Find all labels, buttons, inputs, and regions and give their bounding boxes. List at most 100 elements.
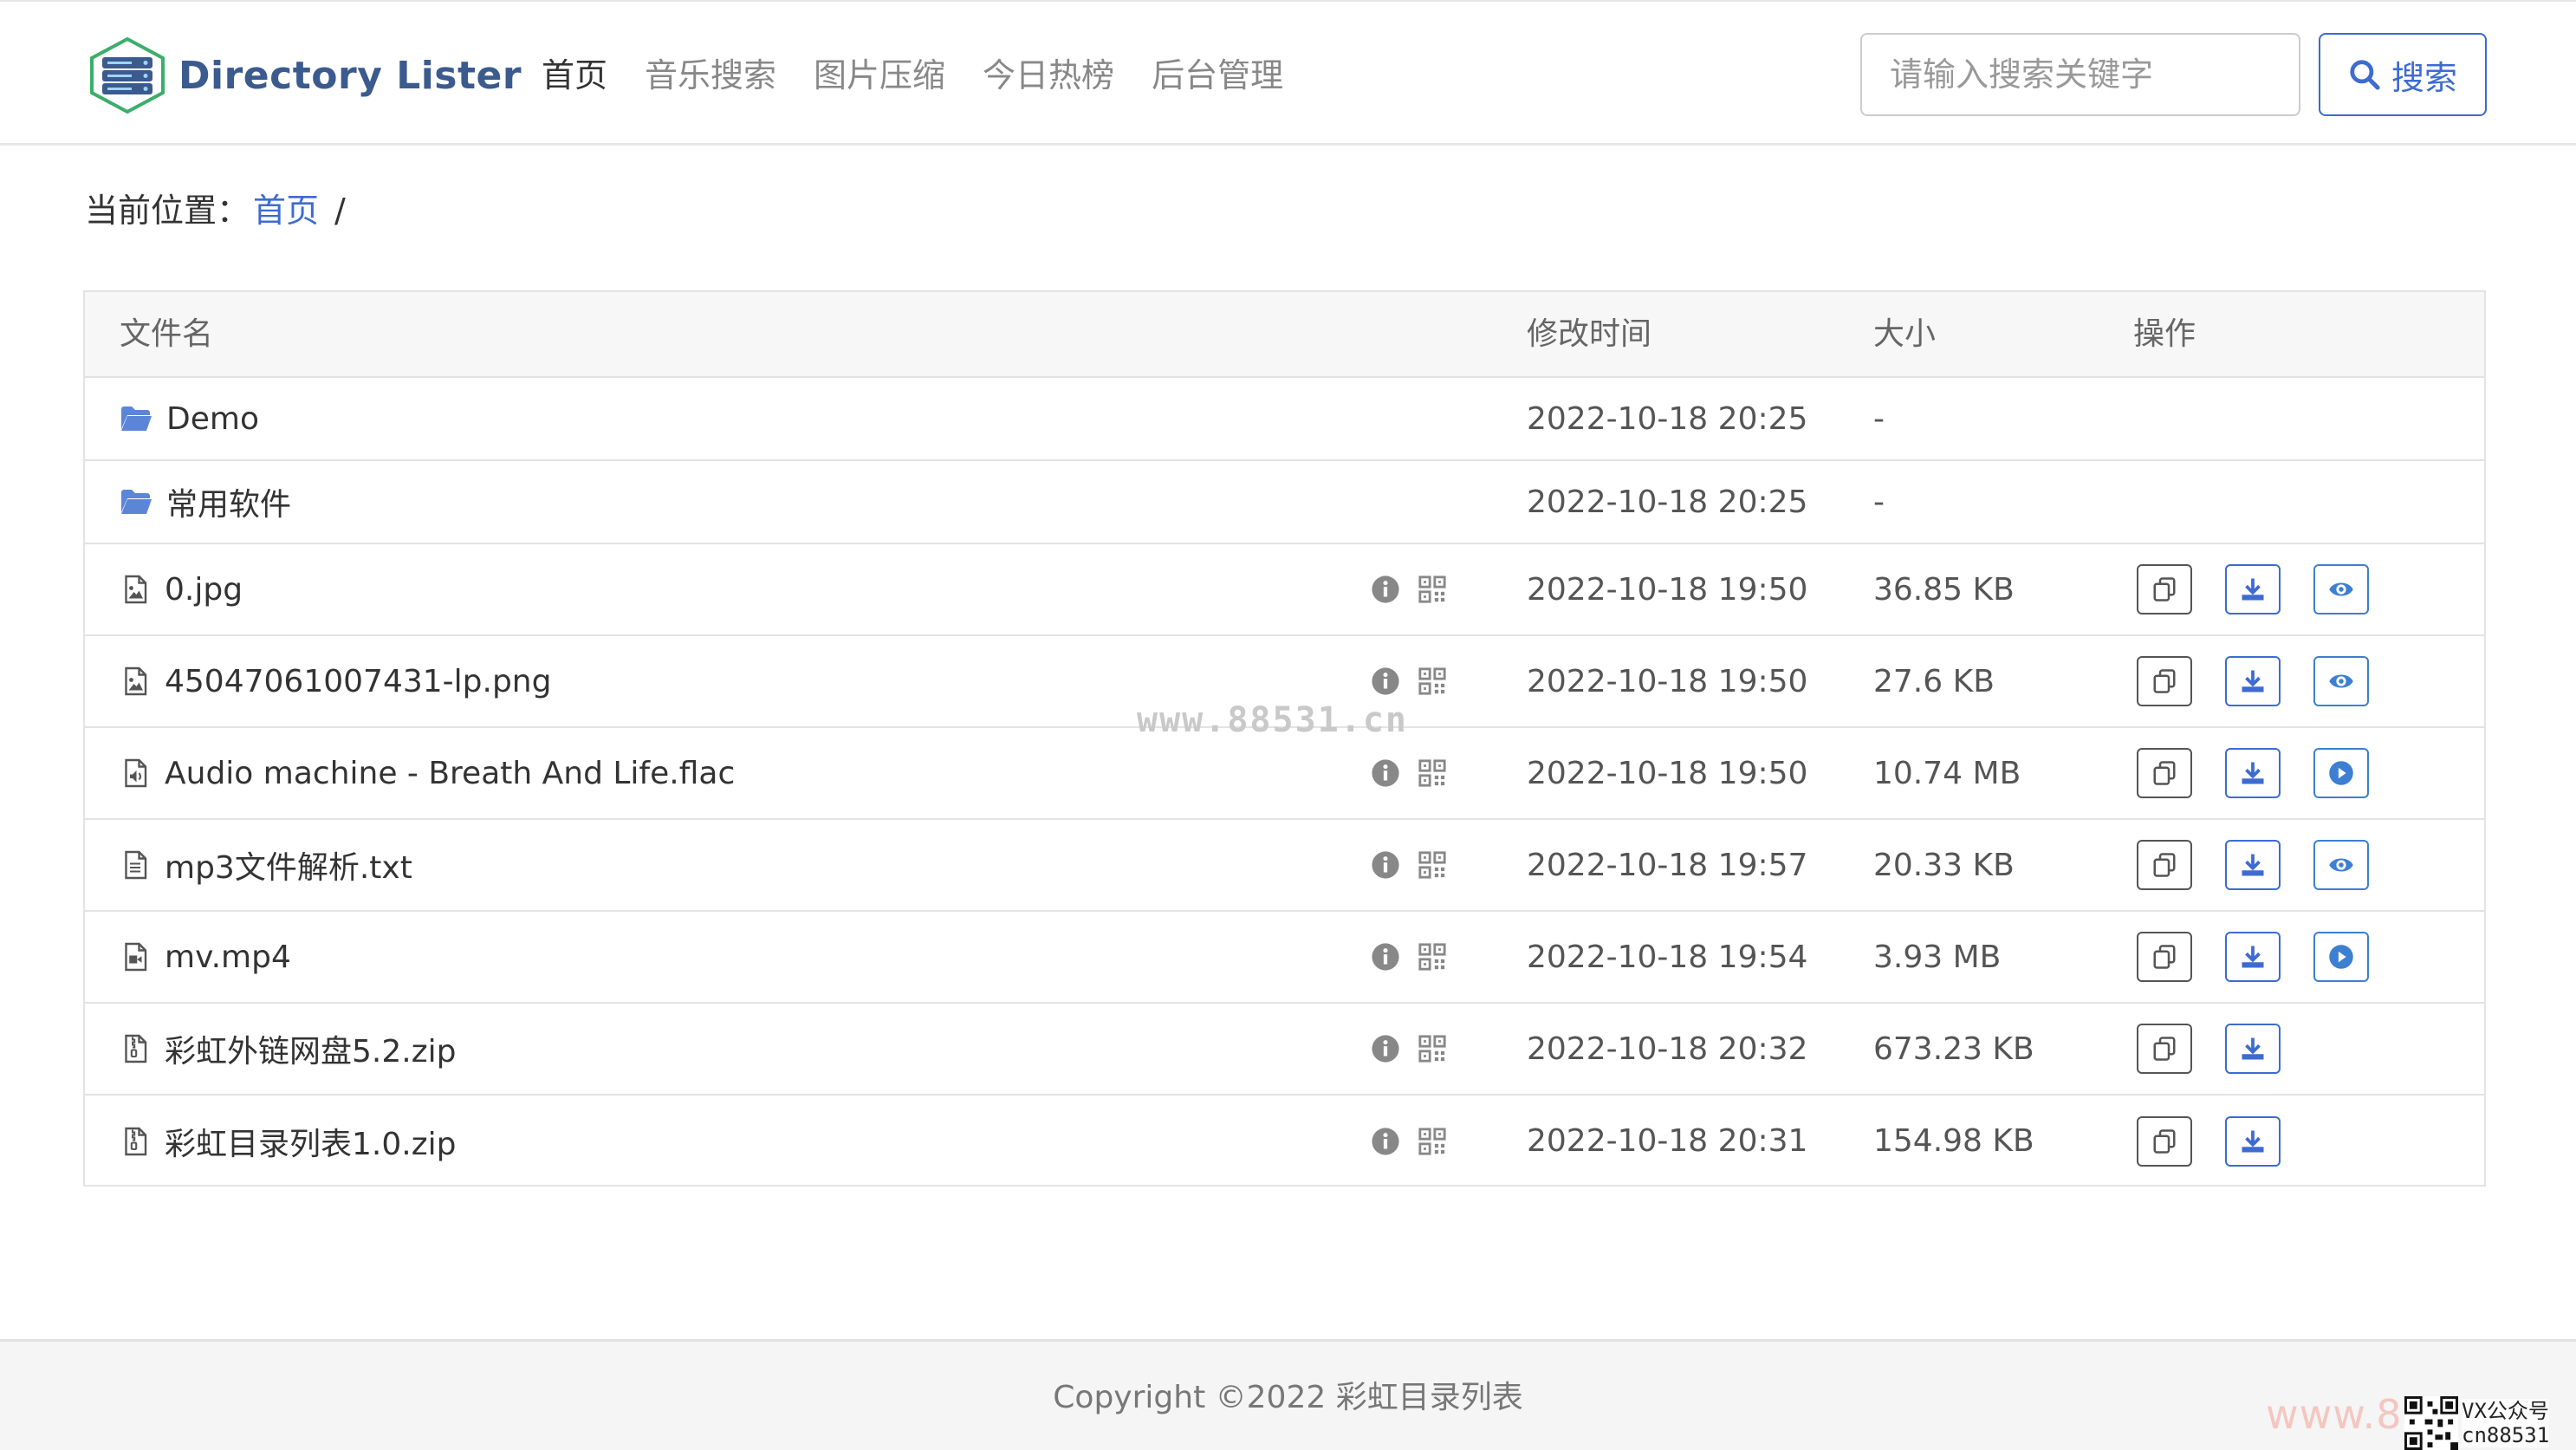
server-logo-icon bbox=[90, 36, 165, 114]
file-name[interactable]: Audio machine - Breath And Life.flac bbox=[165, 756, 735, 791]
preview-button[interactable] bbox=[2313, 656, 2369, 706]
download-button[interactable] bbox=[2225, 840, 2281, 890]
play-circle-icon bbox=[2329, 945, 2353, 969]
table-row[interactable]: 0.jpg 2022-10-18 19:50 36.85 KB bbox=[85, 544, 2484, 636]
file-name-cell[interactable]: Demo bbox=[120, 378, 259, 459]
file-name-cell[interactable]: mp3文件解析.txt bbox=[120, 820, 412, 910]
copy-link-button[interactable] bbox=[2137, 748, 2192, 798]
file-size: 673.23 KB bbox=[1873, 1031, 2034, 1067]
file-size: 154.98 KB bbox=[1873, 1123, 2034, 1159]
modified-time: 2022-10-18 19:50 bbox=[1527, 755, 1808, 791]
column-header-time[interactable]: 修改时间 bbox=[1527, 292, 1651, 376]
nav-item-home[interactable]: 首页 bbox=[542, 49, 607, 101]
modified-time: 2022-10-18 19:50 bbox=[1527, 571, 1808, 608]
info-icon[interactable] bbox=[1371, 850, 1400, 880]
qrcode-icon[interactable] bbox=[1418, 850, 1447, 880]
search-input[interactable] bbox=[1860, 33, 2300, 116]
qrcode-icon[interactable] bbox=[1418, 1034, 1447, 1063]
corner-watermark: www.8 bbox=[2266, 1391, 2403, 1438]
file-size: 3.93 MB bbox=[1873, 939, 2002, 975]
download-button[interactable] bbox=[2225, 656, 2281, 706]
nav-item-image-compress[interactable]: 图片压缩 bbox=[814, 49, 945, 101]
table-row[interactable]: 常用软件 2022-10-18 20:25 - bbox=[85, 461, 2484, 544]
file-name[interactable]: 彩虹外链网盘5.2.zip bbox=[165, 1026, 456, 1071]
copy-icon bbox=[2153, 1037, 2176, 1061]
nav-menu: 首页 音乐搜索 图片压缩 今日热榜 后台管理 bbox=[542, 49, 1320, 101]
breadcrumb-prefix: 当前位置： bbox=[85, 192, 250, 230]
file-name[interactable]: 彩虹目录列表1.0.zip bbox=[165, 1119, 456, 1164]
footer-copyright: Copyright ©2022 彩虹目录列表 bbox=[1053, 1380, 1523, 1415]
info-icon[interactable] bbox=[1371, 1034, 1400, 1063]
info-icon[interactable] bbox=[1371, 942, 1400, 972]
file-name-cell[interactable]: 45047061007431-lp.png bbox=[120, 636, 551, 726]
nav-item-hot-list[interactable]: 今日热榜 bbox=[983, 49, 1114, 101]
play-button[interactable] bbox=[2313, 932, 2369, 982]
breadcrumb-home-link[interactable]: 首页 bbox=[253, 186, 319, 235]
play-circle-icon bbox=[2329, 761, 2353, 785]
qrcode-icon[interactable] bbox=[1418, 575, 1447, 604]
eye-icon bbox=[2329, 858, 2353, 872]
table-row[interactable]: Demo 2022-10-18 20:25 - bbox=[85, 378, 2484, 461]
file-name-cell[interactable]: 彩虹目录列表1.0.zip bbox=[120, 1096, 456, 1187]
info-icon[interactable] bbox=[1371, 575, 1400, 604]
search-button[interactable]: 搜索 bbox=[2319, 33, 2487, 116]
nav-item-music-search[interactable]: 音乐搜索 bbox=[645, 49, 776, 101]
preview-button[interactable] bbox=[2313, 840, 2369, 890]
file-name[interactable]: mv.mp4 bbox=[165, 940, 291, 975]
preview-button[interactable] bbox=[2313, 564, 2369, 614]
qrcode-icon[interactable] bbox=[1418, 942, 1447, 972]
download-button[interactable] bbox=[2225, 748, 2281, 798]
file-tools bbox=[1371, 544, 1447, 634]
copy-link-button[interactable] bbox=[2137, 564, 2192, 614]
download-icon bbox=[2242, 854, 2264, 876]
qrcode-icon[interactable] bbox=[1418, 1127, 1447, 1156]
table-row[interactable]: 彩虹外链网盘5.2.zip 2022-10-18 20:32 673.23 KB bbox=[85, 1004, 2484, 1096]
file-name-cell[interactable]: 0.jpg bbox=[120, 544, 243, 634]
info-icon[interactable] bbox=[1371, 758, 1400, 788]
modified-time: 2022-10-18 20:32 bbox=[1527, 1031, 1808, 1067]
download-button[interactable] bbox=[2225, 1024, 2281, 1074]
eye-icon bbox=[2329, 582, 2353, 596]
modified-time: 2022-10-18 20:31 bbox=[1527, 1123, 1808, 1159]
file-size: 10.74 MB bbox=[1873, 755, 2021, 791]
download-button[interactable] bbox=[2225, 1115, 2281, 1167]
copy-link-button[interactable] bbox=[2137, 840, 2192, 890]
file-size: 36.85 KB bbox=[1873, 571, 2015, 608]
file-name-cell[interactable]: 常用软件 bbox=[120, 461, 291, 543]
table-row[interactable]: mp3文件解析.txt 2022-10-18 19:57 20.33 KB bbox=[85, 820, 2484, 912]
file-name-cell[interactable]: 彩虹外链网盘5.2.zip bbox=[120, 1004, 456, 1094]
brand[interactable]: Directory Lister bbox=[87, 36, 522, 114]
column-header-name[interactable]: 文件名 bbox=[120, 292, 213, 376]
file-name[interactable]: Demo bbox=[166, 401, 259, 437]
copy-link-button[interactable] bbox=[2137, 1115, 2192, 1167]
copy-icon bbox=[2153, 853, 2176, 877]
video-file-icon bbox=[125, 942, 147, 972]
play-button[interactable] bbox=[2313, 748, 2369, 798]
column-header-size[interactable]: 大小 bbox=[1873, 292, 1936, 376]
download-button[interactable] bbox=[2225, 564, 2281, 614]
download-icon bbox=[2242, 762, 2264, 784]
file-actions bbox=[2137, 1096, 2281, 1187]
copy-link-button[interactable] bbox=[2137, 932, 2192, 982]
table-row[interactable]: 彩虹目录列表1.0.zip 2022-10-18 20:31 154.98 KB bbox=[85, 1096, 2484, 1187]
image-file-icon bbox=[125, 666, 147, 696]
copy-link-button[interactable] bbox=[2137, 656, 2192, 706]
info-icon[interactable] bbox=[1371, 1127, 1400, 1156]
file-name[interactable]: 0.jpg bbox=[165, 572, 243, 608]
table-row[interactable]: Audio machine - Breath And Life.flac 202… bbox=[85, 728, 2484, 820]
nav-item-admin[interactable]: 后台管理 bbox=[1152, 49, 1283, 101]
file-name-cell[interactable]: mv.mp4 bbox=[120, 912, 291, 1002]
file-name[interactable]: mp3文件解析.txt bbox=[165, 842, 412, 888]
site-watermark: www.88531.cn bbox=[1137, 700, 1408, 740]
qr-badge-line2: cn88531 bbox=[2462, 1422, 2550, 1447]
file-name[interactable]: 45047061007431-lp.png bbox=[165, 664, 551, 699]
download-button[interactable] bbox=[2225, 932, 2281, 982]
table-row[interactable]: mv.mp4 2022-10-18 19:54 3.93 MB bbox=[85, 912, 2484, 1004]
file-actions bbox=[2137, 544, 2369, 634]
qrcode-icon[interactable] bbox=[1418, 758, 1447, 788]
qrcode-icon[interactable] bbox=[1418, 666, 1447, 696]
file-name[interactable]: 常用软件 bbox=[166, 479, 291, 524]
file-name-cell[interactable]: Audio machine - Breath And Life.flac bbox=[120, 728, 735, 818]
copy-link-button[interactable] bbox=[2137, 1024, 2192, 1074]
info-icon[interactable] bbox=[1371, 666, 1400, 696]
